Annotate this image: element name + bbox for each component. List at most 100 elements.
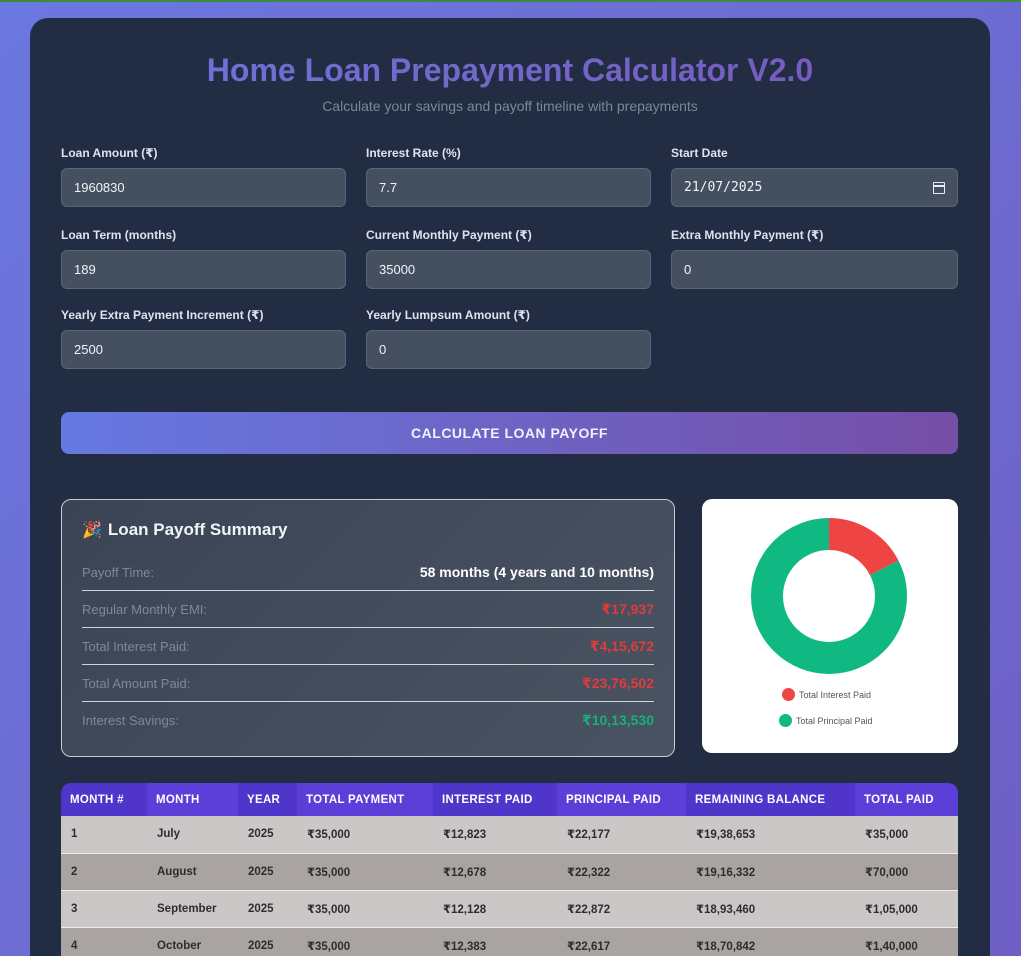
extra-monthly-payment-value: 0: [684, 262, 692, 277]
yearly-extra-increment-label: Yearly Extra Payment Increment (₹): [61, 308, 264, 322]
yearly-lumpsum-field: Yearly Lumpsum Amount (₹) 0: [366, 308, 651, 369]
table-cell: 1: [61, 816, 147, 854]
table-row: 1 July 2025 ₹35,000 ₹12,823 ₹22,177 ₹19,…: [61, 816, 958, 854]
column-header: PRINCIPAL PAID: [557, 783, 686, 816]
table-cell: ₹1,40,000: [855, 927, 958, 956]
table-cell: ₹12,678: [433, 853, 557, 891]
loan-amount-input[interactable]: 1960830: [61, 168, 346, 207]
table-cell: ₹35,000: [297, 927, 433, 956]
yearly-lumpsum-value: 0: [379, 342, 387, 357]
loan-term-value: 189: [74, 262, 96, 277]
table-cell: ₹18,70,842: [686, 927, 855, 956]
summary-title: 🎉 Loan Payoff Summary: [82, 520, 654, 540]
table-cell: September: [147, 890, 238, 928]
summary-row-total-amount: Total Amount Paid: ₹23,76,502: [82, 665, 654, 702]
table-cell: ₹22,322: [557, 853, 686, 891]
legend-principal-swatch: [779, 714, 792, 727]
table-cell: ₹12,128: [433, 890, 557, 928]
loan-term-field: Loan Term (months) 189: [61, 228, 346, 289]
summary-row-monthly-emi: Regular Monthly EMI: ₹17,937: [82, 591, 654, 628]
column-header: MONTH #: [61, 783, 147, 816]
table-cell: 2025: [238, 816, 297, 854]
loan-term-label: Loan Term (months): [61, 228, 177, 242]
payment-breakdown-chart: Total Interest Paid Total Principal Paid: [702, 499, 958, 753]
summary-value: ₹4,15,672: [589, 637, 654, 654]
table-cell: July: [147, 816, 238, 854]
summary-label: Payoff Time:: [82, 564, 155, 580]
donut-chart: [751, 518, 907, 674]
summary-label: Interest Savings:: [82, 713, 179, 728]
table-cell: ₹22,872: [557, 890, 686, 928]
table-row: 3 September 2025 ₹35,000 ₹12,128 ₹22,872…: [61, 890, 958, 928]
table-cell: 2025: [238, 890, 297, 928]
summary-label: Total Amount Paid:: [82, 675, 191, 691]
start-date-input[interactable]: 21/07/2025: [671, 168, 958, 207]
table-cell: August: [147, 853, 238, 891]
interest-rate-field: Interest Rate (%) 7.7: [366, 146, 651, 207]
summary-value: 58 months (4 years and 10 months): [419, 564, 654, 580]
table-cell: ₹22,617: [557, 927, 686, 956]
summary-value: ₹23,76,502: [581, 674, 654, 691]
payoff-summary: 🎉 Loan Payoff Summary Payoff Time: 58 mo…: [61, 499, 675, 757]
start-date-value: 21/07/2025: [684, 180, 763, 195]
current-monthly-payment-field: Current Monthly Payment (₹) 35000: [366, 228, 651, 289]
column-header: TOTAL PAYMENT: [297, 783, 433, 816]
legend-interest-swatch: [782, 688, 795, 701]
table-row: 4 October 2025 ₹35,000 ₹12,383 ₹22,617 ₹…: [61, 927, 958, 956]
summary-title-text: Loan Payoff Summary: [107, 520, 288, 539]
table-cell: ₹22,177: [557, 816, 686, 854]
summary-value: ₹10,13,530: [581, 712, 654, 728]
column-header: INTEREST PAID: [433, 783, 557, 816]
start-date-label: Start Date: [671, 146, 728, 160]
legend-interest-label: Total Interest Paid: [799, 689, 872, 700]
table-cell: ₹35,000: [855, 816, 958, 854]
table-row: 2 August 2025 ₹35,000 ₹12,678 ₹22,322 ₹1…: [61, 853, 958, 891]
loan-term-input[interactable]: 189: [61, 250, 346, 289]
amortization-table: MONTH # MONTH YEAR TOTAL PAYMENT INTERES…: [61, 783, 958, 956]
summary-value: ₹17,937: [601, 600, 654, 617]
column-header: TOTAL PAID: [855, 783, 958, 816]
table-cell: ₹12,823: [433, 816, 557, 854]
table-cell: October: [147, 927, 238, 956]
loan-amount-value: 1960830: [74, 180, 125, 195]
extra-monthly-payment-field: Extra Monthly Payment (₹) 0: [671, 228, 958, 289]
calculator-card: Home Loan Prepayment Calculator V2.0 Cal…: [30, 18, 990, 956]
legend-interest[interactable]: Total Interest Paid: [782, 688, 871, 701]
summary-label: Total Interest Paid:: [82, 638, 190, 654]
column-header: MONTH: [147, 783, 238, 816]
table-cell: ₹18,93,460: [686, 890, 855, 928]
legend-principal-label: Total Principal Paid: [796, 715, 873, 726]
table-cell: 2: [61, 853, 147, 891]
yearly-extra-increment-input[interactable]: 2500: [61, 330, 346, 369]
interest-rate-input[interactable]: 7.7: [366, 168, 651, 207]
extra-monthly-payment-label: Extra Monthly Payment (₹): [671, 228, 824, 242]
loan-amount-field: Loan Amount (₹) 1960830: [61, 146, 346, 207]
summary-row-interest-savings: Interest Savings: ₹10,13,530: [82, 702, 654, 739]
column-header: REMAINING BALANCE: [686, 783, 855, 816]
extra-monthly-payment-input[interactable]: 0: [671, 250, 958, 289]
table-cell: ₹70,000: [855, 853, 958, 891]
start-date-field: Start Date 21/07/2025: [671, 146, 958, 207]
table-cell: 2025: [238, 927, 297, 956]
yearly-extra-increment-field: Yearly Extra Payment Increment (₹) 2500: [61, 308, 346, 369]
yearly-lumpsum-input[interactable]: 0: [366, 330, 651, 369]
current-monthly-payment-input[interactable]: 35000: [366, 250, 651, 289]
table-cell: ₹35,000: [297, 816, 433, 854]
table-cell: 2025: [238, 853, 297, 891]
yearly-lumpsum-label: Yearly Lumpsum Amount (₹): [366, 308, 530, 322]
column-header: YEAR: [238, 783, 297, 816]
table-header-row: MONTH # MONTH YEAR TOTAL PAYMENT INTERES…: [61, 783, 958, 816]
calendar-icon[interactable]: [933, 181, 945, 194]
page-title: Home Loan Prepayment Calculator V2.0: [30, 52, 990, 89]
page-subtitle: Calculate your savings and payoff timeli…: [322, 98, 698, 114]
table-cell: ₹1,05,000: [855, 890, 958, 928]
interest-rate-value: 7.7: [379, 180, 398, 195]
calculate-button[interactable]: CALCULATE LOAN PAYOFF: [61, 412, 958, 454]
table-cell: ₹35,000: [297, 890, 433, 928]
legend-principal[interactable]: Total Principal Paid: [779, 714, 873, 727]
table-cell: 3: [61, 890, 147, 928]
table-cell: ₹12,383: [433, 927, 557, 956]
table-cell: 4: [61, 927, 147, 956]
summary-label: Regular Monthly EMI:: [82, 601, 207, 617]
loan-amount-label: Loan Amount (₹): [61, 146, 158, 160]
